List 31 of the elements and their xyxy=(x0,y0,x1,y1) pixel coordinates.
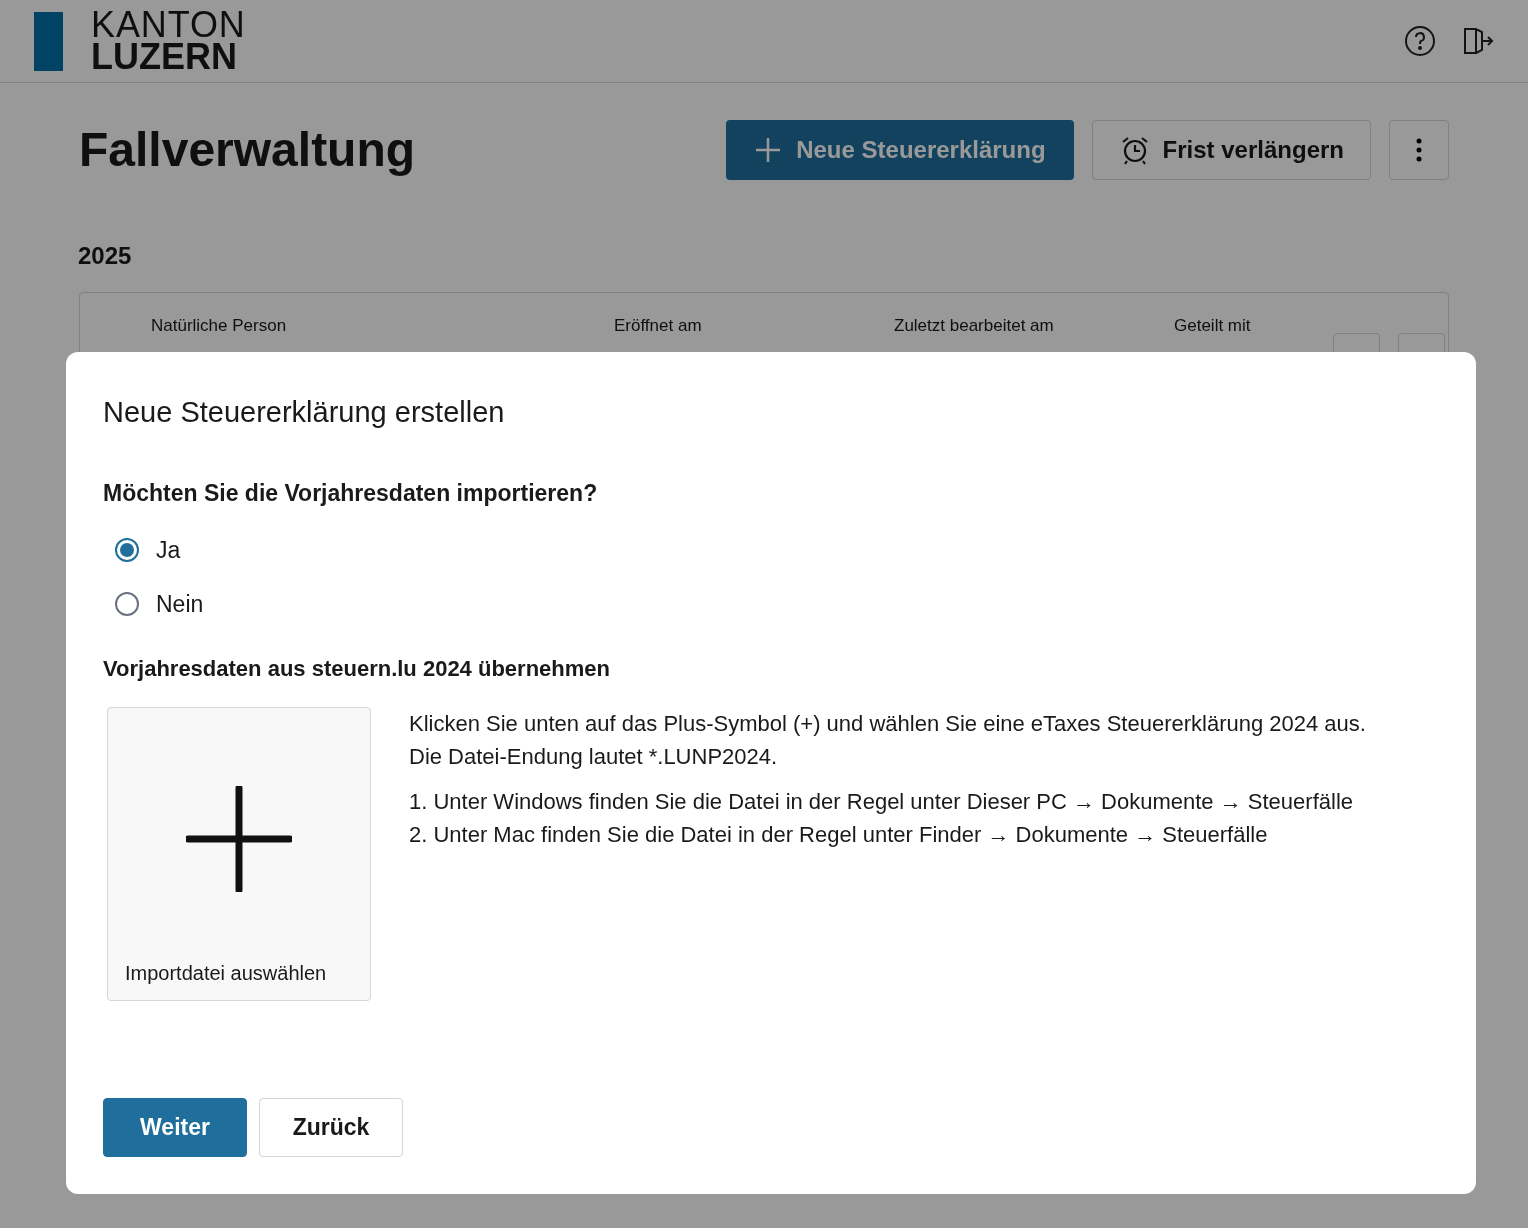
column-label: Natürliche Person xyxy=(151,315,288,337)
new-tax-return-button[interactable]: Neue Steuererklärung xyxy=(726,120,1074,180)
column-label: Zuletzt bearbeitet am xyxy=(894,315,1055,337)
page-title: Fallverwaltung xyxy=(79,122,417,178)
instruction-step: 1. Unter Windows finden Sie die Datei in der Regel unter Dieser PC → Dokumente → Steuerfälle xyxy=(409,784,1399,818)
year-heading: 2025 xyxy=(77,241,133,271)
column-label: Geteilt mit xyxy=(1174,315,1252,337)
import-heading: Vorjahresdaten aus steuern.lu 2024 übernehmen xyxy=(103,654,611,683)
logout-button[interactable] xyxy=(1462,27,1494,55)
more-icon xyxy=(1416,138,1422,162)
help-button[interactable] xyxy=(1404,25,1436,57)
column-label: Eröffnet am xyxy=(614,315,703,337)
plus-icon xyxy=(186,785,292,892)
next-button[interactable]: Weiter xyxy=(103,1098,247,1157)
import-file-button[interactable]: Importdatei auswählen xyxy=(107,706,371,1001)
radio-button[interactable] xyxy=(115,537,139,562)
extend-deadline-button[interactable]: Frist verlängern xyxy=(1091,120,1371,180)
logo-text: LUZERN xyxy=(91,41,237,73)
radio-option[interactable]: Ja xyxy=(115,532,181,567)
radio-option[interactable]: Nein xyxy=(115,587,204,622)
logo-text: KANTON xyxy=(91,9,246,41)
dialog-title: Neue Steuererklärung erstellen xyxy=(103,395,506,430)
instruction-step: 2. Unter Mac finden Sie die Datei in der Regel unter Finder → Dokumente → Steuerfälle xyxy=(409,817,1399,851)
plus-icon xyxy=(754,136,783,164)
back-button[interactable]: Zurück xyxy=(259,1098,403,1157)
question-text: Möchten Sie die Vorjahresdaten importieren? xyxy=(103,479,599,508)
help-icon xyxy=(1404,25,1436,57)
logout-icon xyxy=(1462,27,1494,55)
instruction-text: Klicken Sie unten auf das Plus-Symbol (+) und wählen Sie eine eTaxes Steuererklärung 2024 aus. Die Datei-Endung lautet *.LUNP2024. xyxy=(409,709,1367,771)
radio-button[interactable] xyxy=(115,592,139,617)
logo-mark xyxy=(34,11,63,71)
